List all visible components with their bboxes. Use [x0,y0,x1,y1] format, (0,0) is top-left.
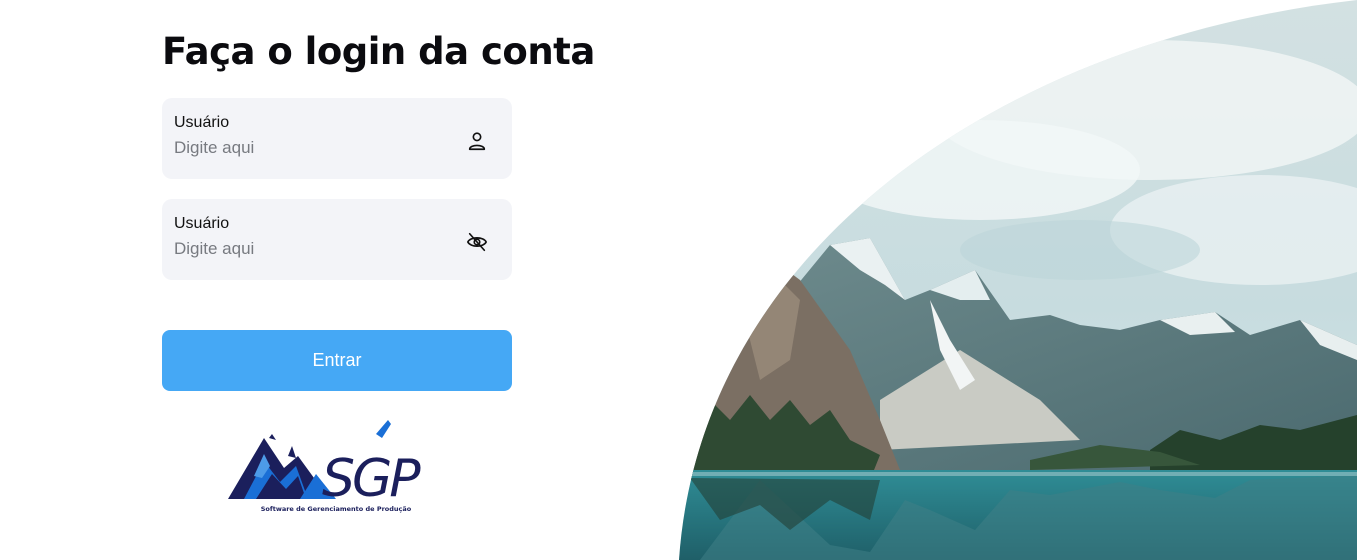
landscape-hero-image [679,0,1357,560]
password-input[interactable] [174,237,444,261]
eye-off-icon[interactable] [466,231,488,253]
page-title: Faça o login da conta [162,30,595,73]
password-label: Usuário [174,215,230,232]
svg-text:SGP: SGP [322,449,421,509]
username-input[interactable] [174,136,444,160]
sgp-logo: SGP Software de Gerenciamento de Produçã… [226,416,446,516]
username-field[interactable]: Usuário [162,98,512,179]
password-field[interactable]: Usuário [162,199,512,280]
user-icon [468,132,486,151]
login-button[interactable]: Entrar [162,330,512,391]
sgp-logo-mark: SGP Software de Gerenciamento de Produçã… [228,420,424,513]
username-label: Usuário [174,114,230,131]
logo-tagline: Software de Gerenciamento de Produção [261,505,412,513]
